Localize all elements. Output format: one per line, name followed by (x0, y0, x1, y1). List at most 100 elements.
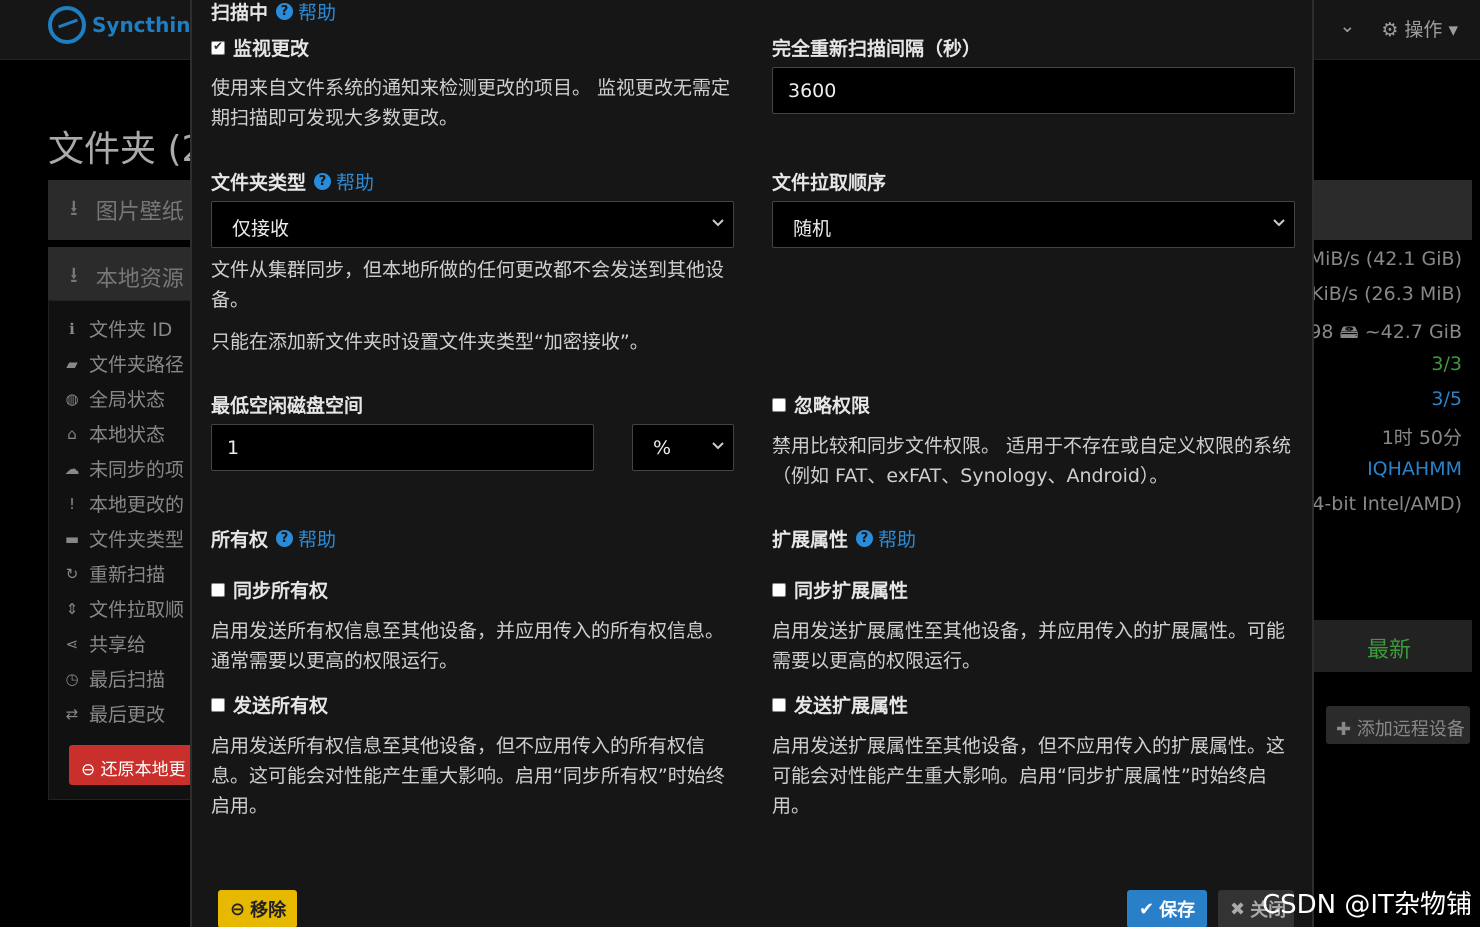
watch-changes-checkbox[interactable] (211, 39, 225, 55)
send-xattrs-checkbox[interactable] (772, 697, 786, 712)
download-rate: MiB/s (42.1 GiB) (1308, 248, 1462, 270)
info-icon: ℹ (69, 319, 75, 338)
save-button[interactable]: ✔ 保存 (1127, 890, 1207, 927)
globe-icon: ◍ (65, 389, 79, 408)
brand-name: Syncthing (92, 13, 205, 37)
send-ownership-help: 启用发送所有权信息至其他设备，但不应用传入的所有权信息。这可能会对性能产生重大影… (211, 735, 725, 817)
folder-row: ⋖ 共享给 (63, 630, 146, 657)
ownership-help-link[interactable]: ? 帮助 (276, 525, 336, 552)
folder-panel-head[interactable]: ⭳ 本地资源 (48, 247, 198, 307)
scanning-help-link[interactable]: ? 帮助 (276, 0, 336, 25)
download-icon: ⭳ (70, 196, 78, 221)
folder-panel-label: 本地资源 (95, 267, 184, 292)
sync-ownership-checkbox[interactable] (211, 582, 225, 597)
folder-panel-head[interactable]: ⭳ 图片壁纸 (48, 180, 198, 240)
folder-row: ▬ 文件夹类型 (64, 529, 185, 551)
remote-device-status: 最新 (1312, 620, 1472, 672)
ignore-permissions-checkbox[interactable] (772, 397, 786, 412)
close-icon: ✖ (1230, 898, 1246, 920)
sort-icon: ⇕ (65, 599, 79, 618)
scanning-section-title: 扫描中 ? 帮助 (211, 0, 336, 25)
folder-type-encrypted-note: 只能在添加新文件夹时设置文件夹类型“加密接收”。 (211, 331, 649, 353)
xattrs-help-link[interactable]: ? 帮助 (856, 525, 916, 552)
min-disk-free-input[interactable]: 1 (211, 424, 594, 471)
revert-local-changes-button[interactable]: ⊖ 还原本地更 (69, 745, 199, 785)
local-state: 598 🖴 ~42.7 GiB (1297, 321, 1462, 343)
syncthing-logo-icon (48, 6, 86, 44)
folder-panel-label: 图片壁纸 (95, 200, 184, 225)
chevron-down-icon (712, 219, 724, 227)
folder-row: ↻ 重新扫描 (63, 560, 165, 587)
send-xattrs-option: 发送扩展属性 (772, 691, 908, 718)
uptime: 1时 50分 (1381, 427, 1462, 449)
cloud-download-icon: ☁ (64, 459, 80, 478)
minus-circle-icon: ⊖ (230, 898, 246, 920)
folder-details: ℹ 文件夹 ID ▰ 文件夹路径 ◍ 全局状态 ⌂ 本地状态 ☁ 未同步的项 ! 本地更改的… (48, 300, 198, 800)
device-id: IQHAHMM (1367, 458, 1462, 480)
sync-xattrs-checkbox[interactable] (772, 582, 786, 597)
question-icon: ? (314, 173, 332, 190)
ignore-permissions-help: 禁用比较和同步文件权限。 适用于不存在或自定义权限的系统（例如 FAT、exFA… (772, 435, 1292, 487)
pull-order-value: 随机 (793, 218, 832, 240)
folder-icon: ▬ (64, 529, 80, 548)
sync-xattrs-option: 同步扩展属性 (772, 576, 908, 603)
folder-row: ! 本地更改的 (63, 490, 184, 517)
home-icon: ⌂ (67, 424, 77, 443)
question-icon: ? (276, 3, 294, 20)
upload-rate: KiB/s (26.3 MiB) (1311, 283, 1462, 305)
share-icon: ⋖ (65, 634, 79, 653)
pull-order-select[interactable]: 随机 (772, 201, 1295, 248)
brand[interactable]: Syncthing (48, 6, 205, 44)
folder-row: ☁ 未同步的项 (64, 459, 185, 481)
nav-right: ⌄ ⚙ 操作 ▾ (1339, 15, 1458, 42)
actions-menu[interactable]: ⚙ 操作 ▾ (1381, 15, 1458, 42)
nav-menu[interactable]: ⌄ (1339, 15, 1355, 42)
watermark: CSDN @IT杂物铺 (1262, 890, 1472, 920)
ownership-section-title: 所有权 ? 帮助 (211, 525, 336, 552)
min-disk-free-unit-value: % (653, 437, 672, 459)
latest-status: 最新 (1367, 638, 1412, 663)
question-icon: ? (276, 530, 294, 547)
folder-type-help-link[interactable]: ? 帮助 (314, 168, 374, 195)
sync-ownership-option: 同步所有权 (211, 576, 328, 603)
folder-row: ◷ 最后扫描 (63, 665, 165, 692)
clock-icon: ◷ (65, 669, 79, 688)
send-ownership-option: 发送所有权 (211, 691, 328, 718)
pull-order-label: 文件拉取顺序 (772, 172, 887, 194)
sync-ownership-help: 启用发送所有权信息至其他设备，并应用传入的所有权信息。通常需要以更高的权限运行。 (211, 620, 725, 672)
send-ownership-checkbox[interactable] (211, 697, 225, 712)
folder-edit-modal: 扫描中 ?帮助 监视更改 使用来自文件系统的通知来检测更改的项目。 监视更改无需… (190, 0, 1314, 927)
exclamation-icon: ! (68, 494, 75, 513)
min-disk-free-unit-select[interactable]: % (632, 424, 734, 471)
check-icon: ✔ (1139, 898, 1155, 920)
xattrs-section-title: 扩展属性 ? 帮助 (772, 525, 916, 552)
folders-title: 文件夹 (2 (48, 129, 205, 170)
folder-row: ⇄ 最后更改 (63, 700, 165, 727)
folder-row: ℹ 文件夹 ID (63, 315, 172, 342)
chevron-down-icon (1273, 219, 1285, 227)
remove-folder-button[interactable]: ⊖ 移除 (218, 890, 297, 927)
folder-type-select[interactable]: 仅接收 (211, 201, 734, 248)
folder-row: ◍ 全局状态 (63, 385, 165, 412)
add-remote-device-button[interactable]: ✚ 添加远程设备 (1326, 706, 1470, 744)
folder-type-help: 文件从集群同步，但本地所做的任何更改都不会发送到其他设备。 (211, 259, 725, 311)
discovery: 3/5 (1431, 388, 1462, 410)
folder-type-label: 文件夹类型 ? 帮助 (211, 168, 374, 195)
folder-type-value: 仅接收 (232, 218, 290, 240)
chevron-down-icon (712, 442, 724, 450)
folder-row: ⇕ 文件拉取顺 (63, 595, 184, 622)
watch-changes-help: 使用来自文件系统的通知来检测更改的项目。 监视更改无需定期扫描即可发现大多数更改… (211, 77, 731, 129)
rescan-interval-input[interactable]: 3600 (772, 67, 1295, 114)
exchange-icon: ⇄ (65, 704, 79, 723)
min-disk-free-label: 最低空闲磁盘空间 (211, 395, 364, 417)
question-icon: ? (856, 530, 874, 547)
rescan-interval-label: 完全重新扫描间隔（秒） (772, 38, 982, 60)
folder-row: ▰ 文件夹路径 (63, 350, 184, 377)
sync-xattrs-help: 启用发送扩展属性至其他设备，并应用传入的扩展属性。可能需要以更高的权限运行。 (772, 620, 1286, 672)
version: 54-bit Intel/AMD) (1300, 493, 1462, 515)
refresh-icon: ↻ (65, 564, 79, 583)
folder-open-icon: ▰ (66, 354, 78, 373)
listeners: 3/3 (1431, 353, 1462, 375)
send-xattrs-help: 启用发送扩展属性至其他设备，但不应用传入的扩展属性。这可能会对性能产生重大影响。… (772, 735, 1286, 817)
device-panel-head[interactable] (1312, 180, 1472, 240)
